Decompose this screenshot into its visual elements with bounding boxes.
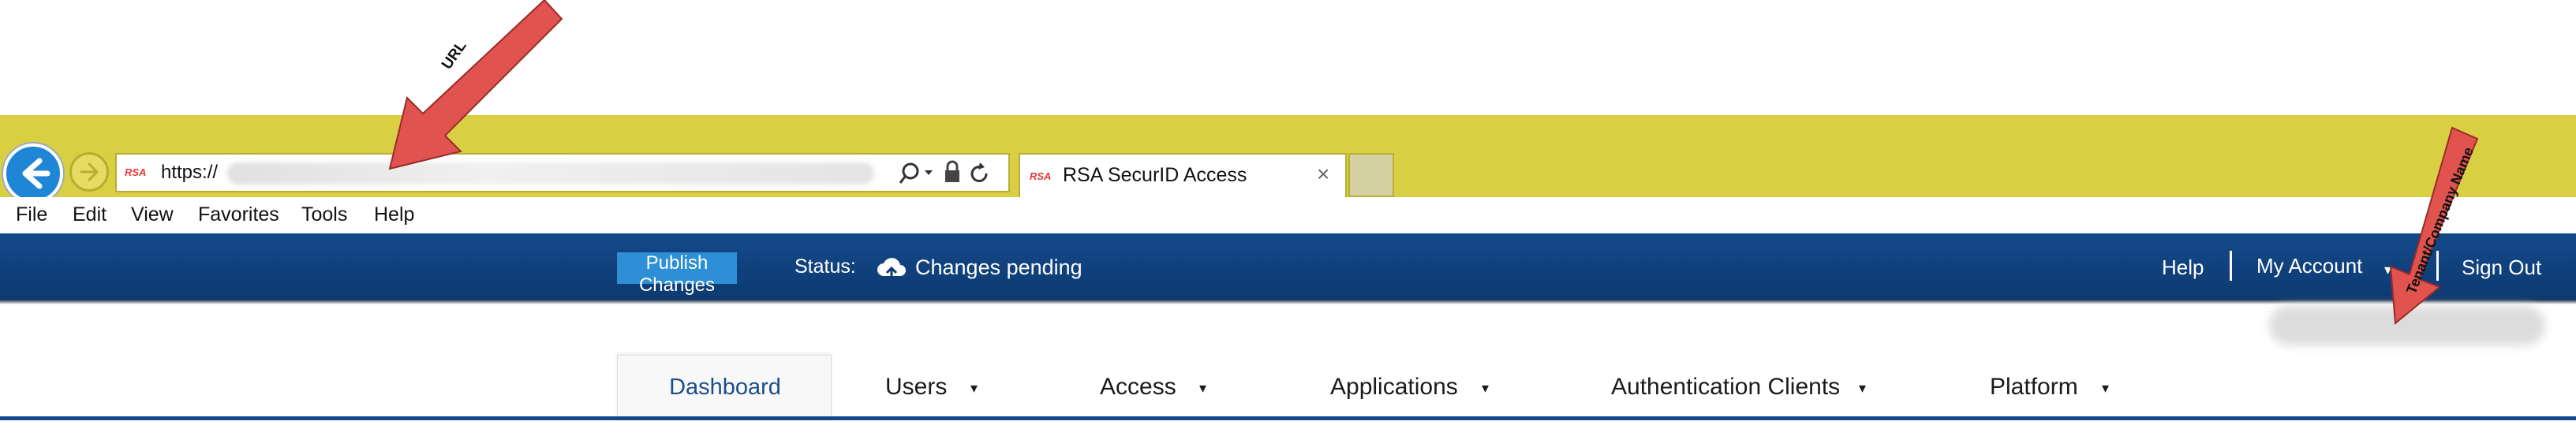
browser-tab[interactable]: RSA RSA SecurID Access × xyxy=(1019,153,1347,197)
tab-applications[interactable]: Applications xyxy=(1330,374,1458,401)
dropdown-icon xyxy=(925,170,933,175)
new-tab-button[interactable] xyxy=(1348,153,1394,197)
chevron-down-icon[interactable]: ▾ xyxy=(970,380,978,397)
tenant-name-redaction xyxy=(2269,306,2545,345)
nav-underline xyxy=(0,416,2576,420)
status-label: Status: xyxy=(794,255,856,278)
forward-button[interactable] xyxy=(69,152,109,192)
my-account-menu[interactable]: My Account xyxy=(2256,254,2362,278)
address-actions xyxy=(899,160,988,184)
menu-help[interactable]: Help xyxy=(374,203,414,226)
tab-favicon: RSA xyxy=(1030,170,1052,182)
tab-platform[interactable]: Platform xyxy=(1990,374,2078,401)
refresh-icon[interactable] xyxy=(970,162,988,182)
tab-users[interactable]: Users xyxy=(885,374,947,401)
sign-out-link[interactable]: Sign Out xyxy=(2462,255,2541,280)
menu-bar: File Edit View Favorites Tools Help xyxy=(0,197,2576,234)
menu-favorites[interactable]: Favorites xyxy=(198,203,279,226)
header-divider xyxy=(2230,251,2232,281)
tab-access[interactable]: Access xyxy=(1100,374,1176,401)
url-text[interactable]: https:// xyxy=(161,162,218,184)
search-icon[interactable] xyxy=(899,162,919,184)
chevron-down-icon[interactable]: ▾ xyxy=(1482,380,1489,397)
back-button[interactable] xyxy=(3,144,63,203)
site-favicon: RSA xyxy=(125,166,147,178)
tab-authentication-clients[interactable]: Authentication Clients xyxy=(1611,374,1840,401)
chevron-down-icon[interactable]: ▾ xyxy=(2102,380,2109,397)
status-value: Changes pending xyxy=(915,255,1082,279)
menu-view[interactable]: View xyxy=(131,203,174,226)
menu-tools[interactable]: Tools xyxy=(301,203,347,226)
menu-file[interactable]: File xyxy=(16,203,47,226)
lock-icon xyxy=(945,160,959,182)
chevron-down-icon[interactable]: ▾ xyxy=(1859,380,1866,397)
tab-title: RSA SecurID Access xyxy=(1063,164,1247,186)
chevron-down-icon[interactable]: ▾ xyxy=(2384,262,2391,278)
forward-arrow-icon xyxy=(80,162,99,181)
close-tab-icon[interactable]: × xyxy=(1317,162,1329,187)
url-annotation-label: URL xyxy=(439,38,470,73)
publish-changes-button[interactable]: Publish Changes xyxy=(617,252,737,296)
tab-dashboard[interactable]: Dashboard xyxy=(617,355,832,419)
help-link[interactable]: Help xyxy=(2162,255,2204,280)
menu-edit[interactable]: Edit xyxy=(73,203,107,226)
cloud-upload-icon xyxy=(877,258,906,279)
header-divider xyxy=(2436,251,2439,281)
header-shadow xyxy=(0,300,2576,304)
tab-label: Dashboard xyxy=(669,375,781,400)
address-bar[interactable]: RSA https:// xyxy=(115,153,1010,192)
back-arrow-icon xyxy=(22,158,50,189)
chevron-down-icon[interactable]: ▾ xyxy=(1199,380,1206,397)
url-redaction xyxy=(227,162,874,185)
